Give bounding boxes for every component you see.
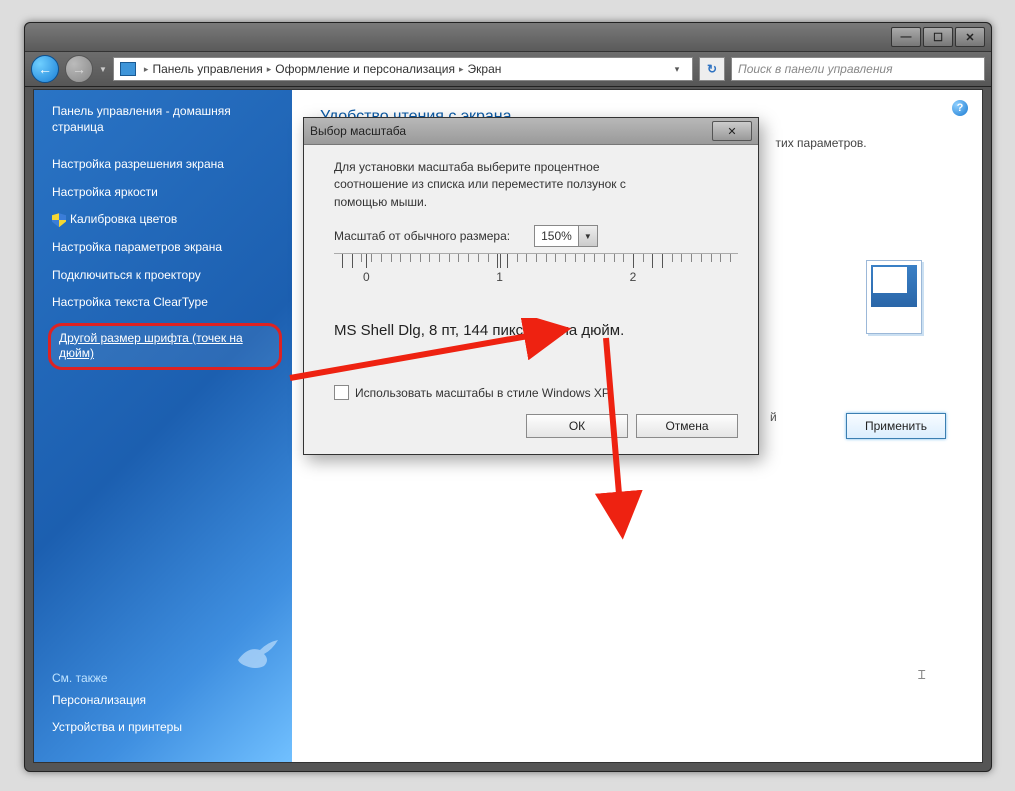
sidebar-item-display-settings[interactable]: Настройка параметров экрана <box>52 240 278 256</box>
scale-ruler[interactable]: 0 1 2 <box>334 253 738 304</box>
shield-icon <box>52 213 66 227</box>
sidebar-item-cleartype[interactable]: Настройка текста ClearType <box>52 295 278 311</box>
see-also-personalization[interactable]: Персонализация <box>52 693 278 709</box>
dialog-close-button[interactable]: ✕ <box>712 121 752 141</box>
xp-style-checkbox[interactable] <box>334 385 349 400</box>
dialog-instructions: Для установки масштаба выберите процентн… <box>334 159 674 211</box>
dialog-title: Выбор масштаба <box>310 124 406 138</box>
scale-label: Масштаб от обычного размера: <box>334 229 510 243</box>
chevron-down-icon[interactable]: ▼ <box>578 226 597 246</box>
cancel-button[interactable]: Отмена <box>636 414 738 438</box>
refresh-button[interactable]: ↻ <box>699 57 725 81</box>
text-cursor-icon: Ꮖ <box>918 668 930 688</box>
sidebar-item-projector[interactable]: Подключиться к проектору <box>52 268 278 284</box>
see-also-devices-printers[interactable]: Устройства и принтеры <box>52 720 278 736</box>
bird-icon <box>234 636 282 672</box>
breadcrumb[interactable]: Панель управления <box>152 62 262 76</box>
back-button[interactable]: ← <box>31 55 59 83</box>
address-dropdown[interactable]: ▾ <box>668 64 686 75</box>
address-bar[interactable]: ▸ Панель управления ▸ Оформление и персо… <box>113 57 693 81</box>
sidebar-item-color-calibration[interactable]: Калибровка цветов <box>52 212 278 228</box>
apply-button[interactable]: Применить <box>846 413 946 439</box>
scale-dialog: Выбор масштаба ✕ Для установки масштаба … <box>303 117 759 455</box>
preview-thumbnail <box>866 260 922 334</box>
sample-font-text: MS Shell Dlg, 8 пт, 144 пикселей на дюйм… <box>334 322 738 339</box>
maximize-button[interactable]: ☐ <box>923 27 953 47</box>
sidebar-item-custom-dpi[interactable]: Другой размер шрифта (точек на дюйм) <box>48 323 282 370</box>
sidebar: Панель управления - домашняя страница На… <box>34 90 292 762</box>
xp-style-label: Использовать масштабы в стиле Windows XP <box>355 386 610 400</box>
dialog-titlebar[interactable]: Выбор масштаба ✕ <box>304 118 758 145</box>
ruler-label-0: 0 <box>363 270 370 284</box>
ok-button[interactable]: ОК <box>526 414 628 438</box>
scale-combobox[interactable]: 150% ▼ <box>534 225 598 247</box>
explorer-toolbar: ← → ▼ ▸ Панель управления ▸ Оформление и… <box>25 52 991 87</box>
breadcrumb[interactable]: Оформление и персонализация <box>275 62 455 76</box>
search-input[interactable]: Поиск в панели управления <box>731 57 985 81</box>
window-titlebar: — ☐ ✕ <box>25 23 991 52</box>
breadcrumb[interactable]: Экран <box>468 62 502 76</box>
see-also-header: См. также <box>52 671 278 685</box>
sidebar-item-brightness[interactable]: Настройка яркости <box>52 185 278 201</box>
sidebar-home-link[interactable]: Панель управления - домашняя страница <box>52 104 278 135</box>
ruler-label-1: 1 <box>496 270 503 284</box>
forward-button[interactable]: → <box>65 55 93 83</box>
sidebar-item-resolution[interactable]: Настройка разрешения экрана <box>52 157 278 173</box>
ruler-label-2: 2 <box>630 270 637 284</box>
help-icon[interactable]: ? <box>952 100 968 116</box>
monitor-icon <box>120 62 136 76</box>
minimize-button[interactable]: — <box>891 27 921 47</box>
close-button[interactable]: ✕ <box>955 27 985 47</box>
warning-text-fragment: й <box>770 410 777 424</box>
